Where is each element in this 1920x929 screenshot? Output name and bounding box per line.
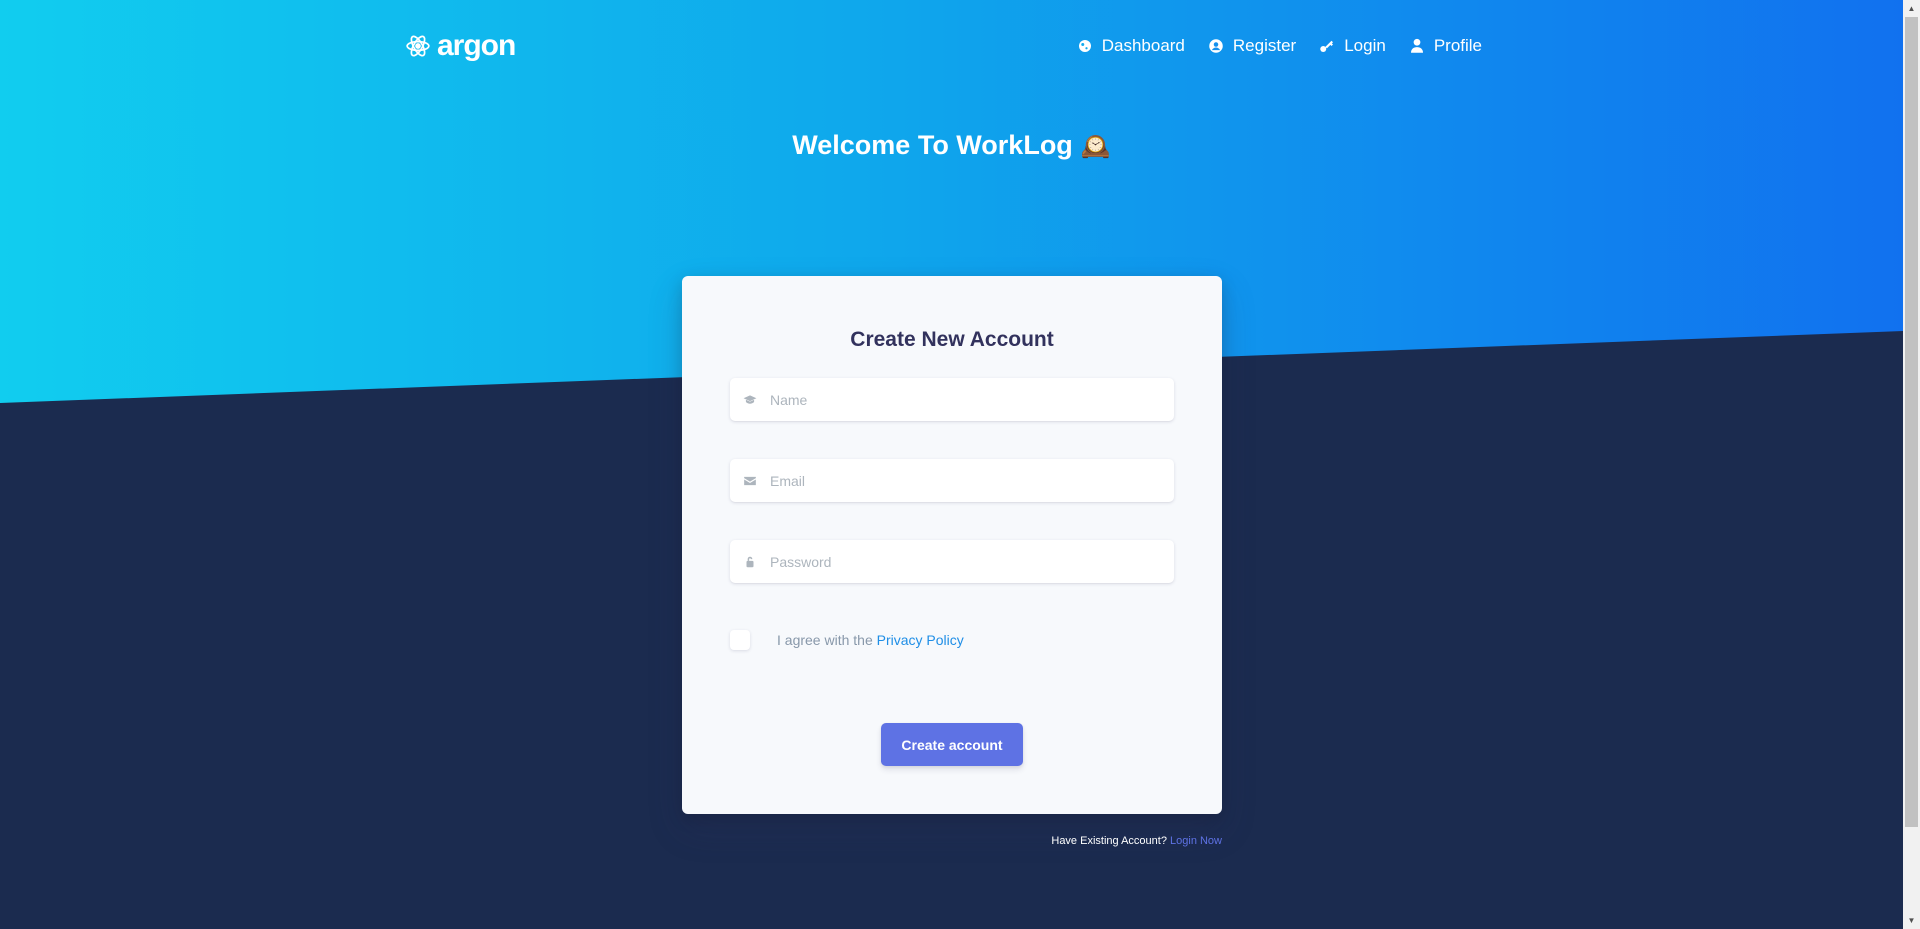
privacy-checkbox[interactable] bbox=[730, 630, 750, 650]
scroll-down-icon[interactable]: ▼ bbox=[1903, 912, 1920, 929]
planet-icon bbox=[1078, 40, 1091, 52]
nav-item-login[interactable]: Login bbox=[1318, 36, 1386, 56]
scrollbar-thumb[interactable] bbox=[1905, 17, 1918, 827]
nav-item-label: Register bbox=[1232, 36, 1297, 55]
privacy-policy-link[interactable]: Privacy Policy bbox=[877, 632, 964, 648]
page-title-text: Welcome To WorkLog bbox=[792, 130, 1073, 160]
scroll-up-icon[interactable]: ▲ bbox=[1903, 0, 1920, 17]
email-input[interactable] bbox=[770, 459, 1174, 502]
atom-icon bbox=[406, 35, 430, 57]
nav-links: Dashboard Register Login Profile bbox=[1076, 36, 1482, 56]
agree-text: I agree with the bbox=[777, 632, 873, 648]
password-field[interactable] bbox=[730, 540, 1174, 583]
name-field[interactable] bbox=[730, 378, 1174, 421]
login-prompt: Have Existing Account? Login Now bbox=[682, 835, 1222, 847]
brand-logo[interactable]: argon bbox=[405, 29, 516, 63]
nav-item-label: Profile bbox=[1433, 36, 1482, 55]
key-icon bbox=[1320, 40, 1334, 52]
user-icon bbox=[1410, 38, 1423, 53]
lock-icon bbox=[730, 555, 770, 569]
nav-item-register[interactable]: Register bbox=[1207, 36, 1296, 56]
privacy-agreement: I agree with the Privacy Policy bbox=[730, 630, 964, 650]
user-circle-icon bbox=[1209, 39, 1223, 53]
graduation-cap-icon bbox=[730, 393, 770, 407]
clock-emoji-icon: 🕰️ bbox=[1080, 133, 1111, 160]
nav-item-profile[interactable]: Profile bbox=[1408, 36, 1482, 56]
nav-item-label: Login bbox=[1344, 36, 1386, 55]
login-now-link[interactable]: Login Now bbox=[1170, 835, 1222, 847]
page: argon Dashboard Register Login Profile W… bbox=[0, 0, 1920, 929]
nav-item-dashboard[interactable]: Dashboard bbox=[1076, 36, 1185, 56]
login-prompt-text: Have Existing Account? bbox=[1051, 835, 1167, 847]
create-account-button[interactable]: Create account bbox=[881, 723, 1023, 766]
envelope-icon bbox=[730, 474, 770, 488]
name-input[interactable] bbox=[770, 378, 1174, 421]
page-title: Welcome To WorkLog 🕰️ bbox=[0, 130, 1903, 161]
email-field[interactable] bbox=[730, 459, 1174, 502]
password-input[interactable] bbox=[770, 540, 1174, 583]
nav-item-label: Dashboard bbox=[1101, 36, 1185, 55]
vertical-scrollbar[interactable]: ▲ ▼ bbox=[1903, 0, 1920, 929]
register-card: Create New Account I agree with the Priv… bbox=[682, 276, 1222, 814]
brand-name: argon bbox=[437, 29, 516, 62]
navbar: argon Dashboard Register Login Profile bbox=[405, 28, 1482, 64]
card-title: Create New Account bbox=[850, 328, 1054, 351]
privacy-text: I agree with the Privacy Policy bbox=[777, 632, 964, 648]
